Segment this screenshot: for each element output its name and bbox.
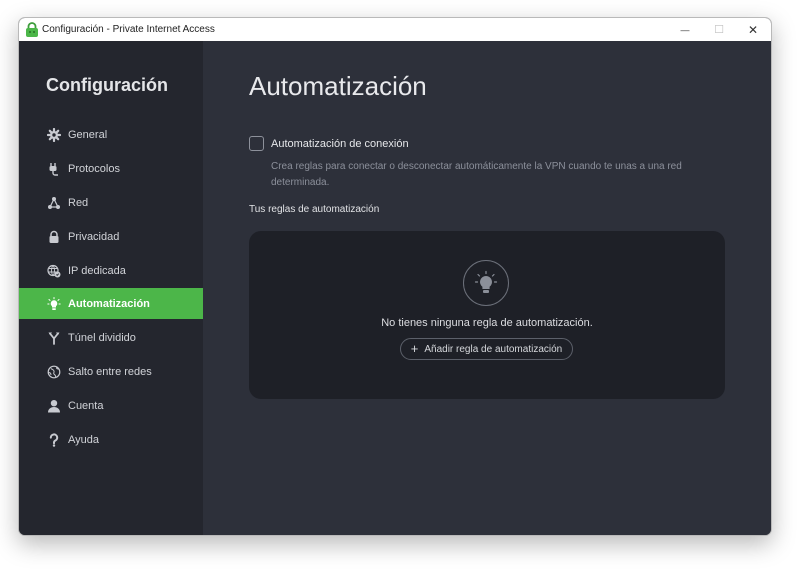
sidebar: Configuración General Protocolos Red Pri… (19, 41, 203, 535)
lock-icon (46, 229, 62, 245)
add-automation-rule-button[interactable]: + Añadir regla de automatización (400, 338, 573, 360)
sidebar-item-label: Túnel dividido (68, 331, 136, 344)
connection-automation-description: Crea reglas para conectar o desconectar … (271, 161, 682, 188)
lightbulb-icon (46, 296, 62, 312)
add-rule-label: Añadir regla de automatización (424, 343, 563, 355)
sidebar-item-tunel-dividido[interactable]: Túnel dividido (19, 322, 203, 353)
minimize-button[interactable]: — (668, 18, 702, 41)
maximize-icon: ☐ (714, 24, 724, 36)
network-icon (46, 195, 62, 211)
question-icon (46, 432, 62, 448)
gear-icon (46, 127, 62, 143)
sidebar-item-label: Privacidad (68, 230, 120, 243)
sidebar-item-salto-entre-redes[interactable]: Salto entre redes (19, 356, 203, 387)
main-content: Automatización Automatización de conexió… (203, 41, 771, 535)
connection-automation-label[interactable]: Automatización de conexión (271, 138, 409, 150)
page-title: Automatización (249, 71, 427, 101)
sidebar-item-label: General (68, 128, 108, 141)
sidebar-item-label: Salto entre redes (68, 365, 152, 378)
sidebar-item-privacidad[interactable]: Privacidad (19, 221, 203, 252)
minimize-icon: — (680, 24, 690, 35)
sidebar-item-ayuda[interactable]: Ayuda (19, 424, 203, 455)
user-icon (46, 398, 62, 414)
sidebar-item-automatizacion[interactable]: Automatización (19, 288, 203, 319)
split-tunnel-icon (46, 330, 62, 346)
pia-lock-icon (26, 22, 38, 37)
sidebar-item-cuenta[interactable]: Cuenta (19, 390, 203, 421)
sidebar-item-ip-dedicada[interactable]: IP dedicada (19, 255, 203, 286)
sidebar-item-protocolos[interactable]: Protocolos (19, 153, 203, 184)
sidebar-item-label: Cuenta (68, 399, 104, 412)
sidebar-item-general[interactable]: General (19, 119, 203, 150)
window-title: Configuración - Private Internet Access (42, 24, 215, 35)
title-bar: Configuración - Private Internet Access … (19, 18, 771, 41)
empty-state-message: No tienes ninguna regla de automatizació… (381, 317, 593, 329)
sidebar-item-red[interactable]: Red (19, 187, 203, 218)
sidebar-title: Configuración (46, 75, 168, 95)
rules-section-label: Tus reglas de automatización (249, 204, 380, 215)
sidebar-item-label: Ayuda (68, 433, 99, 446)
dedicated-ip-icon (46, 263, 62, 279)
sidebar-item-label: IP dedicada (68, 264, 126, 277)
rules-empty-panel: No tienes ninguna regla de automatizació… (249, 231, 725, 399)
globe-icon (46, 364, 62, 380)
lightbulb-empty-icon (463, 260, 509, 306)
close-button[interactable]: ✕ (736, 18, 770, 41)
maximize-button[interactable]: ☐ (702, 18, 736, 41)
sidebar-item-label: Red (68, 196, 89, 209)
plus-icon: + (410, 341, 419, 356)
close-icon: ✕ (747, 22, 759, 37)
settings-window: Configuración - Private Internet Access … (18, 17, 772, 536)
sidebar-item-label: Protocolos (68, 162, 120, 175)
sidebar-item-label: Automatización (68, 297, 150, 310)
plug-icon (46, 161, 62, 177)
connection-automation-checkbox[interactable] (249, 136, 264, 151)
